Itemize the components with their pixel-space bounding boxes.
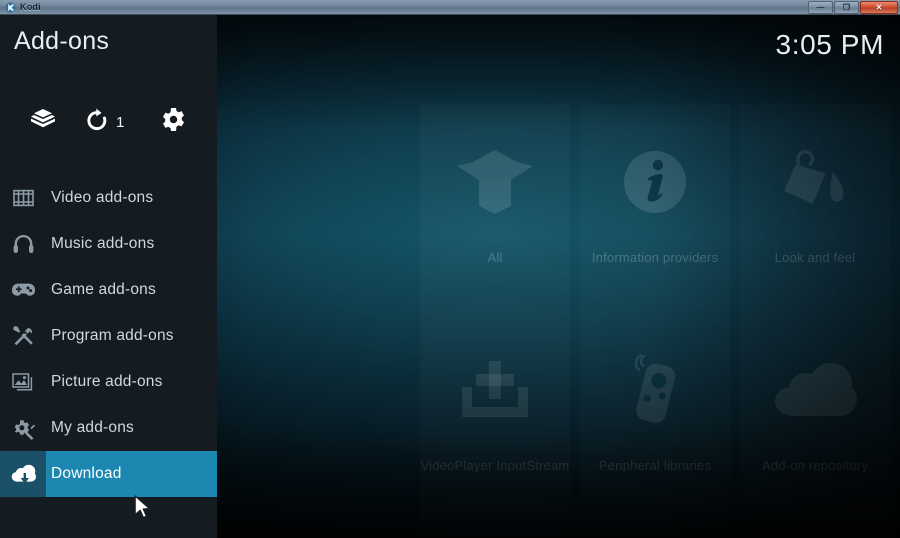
sidebar-item-label: Video add-ons	[51, 189, 154, 206]
puzzle-gear-icon	[0, 405, 46, 451]
tile-label: All	[487, 250, 503, 265]
window-title: Kodi	[20, 1, 41, 12]
picture-icon	[0, 359, 46, 405]
sidebar-item-label: Picture add-ons	[51, 373, 163, 390]
sidebar-item-label: Game add-ons	[51, 281, 156, 298]
tile-addon-repository[interactable]: Add-on repository	[740, 312, 890, 520]
sidebar-toolbar: 1	[0, 93, 217, 151]
sidebar-item-download[interactable]: Download	[0, 451, 217, 497]
update-count-badge: 1	[116, 113, 125, 131]
refresh-icon	[86, 108, 108, 137]
sidebar-menu: Video add-ons Music add-ons Game add-ons…	[0, 175, 217, 497]
tile-videoplayer-inputstream[interactable]: VideoPlayer InputStream	[420, 312, 570, 520]
sidebar-item-picture-add-ons[interactable]: Picture add-ons	[0, 359, 217, 405]
sidebar: Add-ons 1 Video add-ons Music add-ons Ga…	[0, 15, 217, 538]
sidebar-item-label: Program add-ons	[51, 327, 174, 344]
close-button[interactable]: ✕	[860, 1, 898, 14]
sidebar-item-my-add-ons[interactable]: My add-ons	[0, 405, 217, 451]
grid-row-1: All Information providers Look and feel	[420, 104, 900, 312]
tile-peripheral-libraries[interactable]: Peripheral libraries	[580, 312, 730, 520]
maximize-icon: ❐	[842, 2, 851, 12]
sidebar-item-game-add-ons[interactable]: Game add-ons	[0, 267, 217, 313]
headphones-icon	[0, 221, 46, 267]
grid-row-3	[420, 520, 900, 538]
window-controls: — ❐ ✕	[808, 0, 898, 15]
sidebar-item-label: Download	[51, 465, 122, 482]
page-title: Add-ons	[14, 27, 110, 55]
paint-tag-icon	[740, 122, 890, 242]
close-icon: ✕	[875, 2, 883, 12]
tile-label: Add-on repository	[761, 458, 868, 473]
addon-settings-button[interactable]	[156, 93, 190, 151]
tools-icon	[0, 313, 46, 359]
window-titlebar: Kodi — ❐ ✕	[0, 0, 900, 15]
tile-row3-gear[interactable]	[420, 520, 570, 538]
remote-control-icon	[580, 330, 730, 450]
grid-row-2: VideoPlayer InputStream Peripheral libra…	[420, 312, 900, 520]
minimize-button[interactable]: —	[808, 1, 833, 14]
tile-all[interactable]: All	[420, 104, 570, 312]
install-from-package-button[interactable]	[26, 93, 60, 151]
sidebar-item-program-add-ons[interactable]: Program add-ons	[0, 313, 217, 359]
sidebar-item-label: Music add-ons	[51, 235, 155, 252]
tile-information-providers[interactable]: Information providers	[580, 104, 730, 312]
tile-look-and-feel[interactable]: Look and feel	[740, 104, 890, 312]
cloud-download-icon	[0, 451, 46, 497]
package-box-icon	[30, 108, 56, 137]
tile-label: Look and feel	[774, 250, 856, 265]
tile-row3-arrow[interactable]	[580, 520, 730, 538]
minimize-icon: —	[816, 2, 825, 12]
kodi-stage: All Information providers Look and feel …	[0, 15, 900, 538]
tile-row3-filmstrip[interactable]	[740, 520, 890, 538]
film-strip-icon	[0, 175, 46, 221]
cloud-icon	[740, 330, 890, 450]
maximize-button[interactable]: ❐	[834, 1, 859, 14]
gear-icon	[161, 107, 186, 137]
tile-label: Peripheral libraries	[598, 458, 712, 473]
add-tray-icon	[420, 330, 570, 450]
addon-category-grid: All Information providers Look and feel …	[420, 104, 900, 538]
tile-label: Information providers	[591, 250, 719, 265]
kodi-logo-icon	[5, 2, 16, 13]
check-for-updates-button[interactable]	[80, 93, 114, 151]
info-circle-icon	[580, 122, 730, 242]
clock: 3:05 PM	[775, 29, 884, 60]
kodi-window: Kodi — ❐ ✕ All Information providers Loo…	[0, 0, 900, 538]
sidebar-item-video-add-ons[interactable]: Video add-ons	[0, 175, 217, 221]
open-box-icon	[420, 122, 570, 242]
gamepad-icon	[0, 267, 46, 313]
sidebar-item-music-add-ons[interactable]: Music add-ons	[0, 221, 217, 267]
sidebar-item-label: My add-ons	[51, 419, 134, 436]
tile-label: VideoPlayer InputStream	[420, 458, 570, 473]
